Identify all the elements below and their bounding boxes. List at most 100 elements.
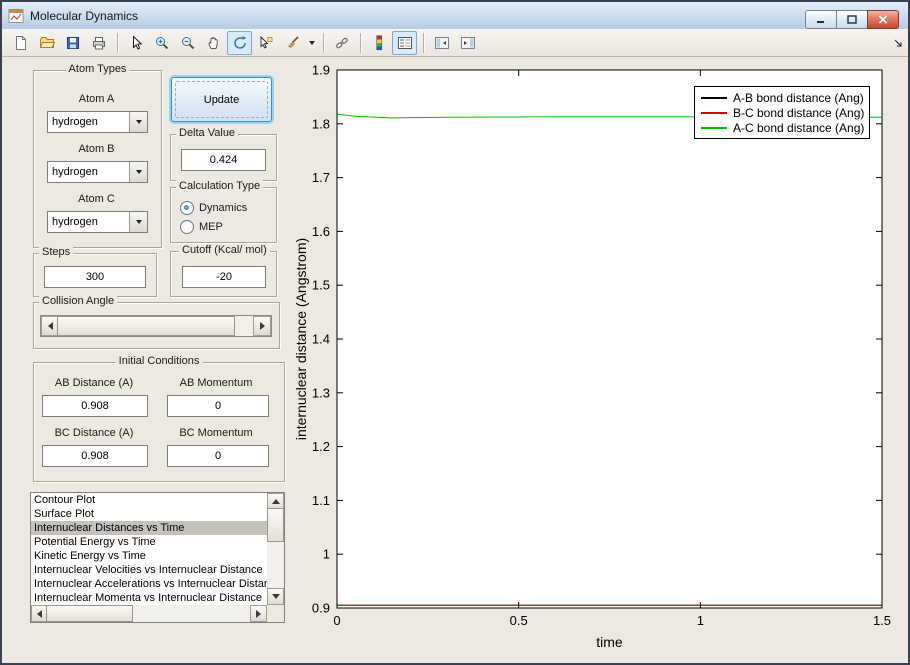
y-tick-label: 1.8 bbox=[312, 116, 330, 131]
radio-mep-label: MEP bbox=[199, 221, 223, 233]
show-plot-tools-icon[interactable] bbox=[455, 31, 480, 55]
radio-mep[interactable]: MEP bbox=[180, 220, 223, 234]
save-icon[interactable] bbox=[60, 31, 85, 55]
toolbar-separator bbox=[117, 32, 118, 53]
toolbar-separator bbox=[323, 32, 324, 53]
list-item[interactable]: Contour Plot bbox=[31, 493, 267, 507]
steps-field[interactable] bbox=[44, 266, 146, 288]
legend-label: B-C bond distance (Ang) bbox=[733, 105, 865, 120]
axes-box bbox=[336, 69, 883, 609]
y-tick-label: 1.7 bbox=[312, 170, 330, 185]
delta-value-field[interactable] bbox=[181, 149, 266, 171]
legend-label: A-B bond distance (Ang) bbox=[733, 90, 864, 105]
slider-thumb[interactable] bbox=[57, 316, 235, 336]
atom-b-select[interactable]: hydrogen bbox=[47, 161, 148, 183]
x-tick-label: 0 bbox=[333, 613, 340, 628]
scroll-right-arrow[interactable] bbox=[250, 605, 267, 622]
scroll-down-arrow[interactable] bbox=[267, 588, 284, 605]
ab-momentum-label: AB Momentum bbox=[179, 377, 253, 389]
list-item[interactable]: Internuclear Velocities vs Internuclear … bbox=[31, 563, 267, 577]
cutoff-field[interactable] bbox=[182, 266, 266, 288]
scrollbar-thumb[interactable] bbox=[267, 508, 284, 542]
atom-types-group-title: Atom Types bbox=[65, 63, 130, 75]
list-item[interactable]: Surface Plot bbox=[31, 507, 267, 521]
atom-b-value: hydrogen bbox=[52, 166, 98, 178]
hide-plot-tools-icon[interactable] bbox=[429, 31, 454, 55]
link-plot-icon[interactable] bbox=[329, 31, 354, 55]
zoom-out-icon[interactable] bbox=[175, 31, 200, 55]
list-item[interactable]: Kinetic Energy vs Time bbox=[31, 549, 267, 563]
plot-legend[interactable]: A-B bond distance (Ang) B-C bond distance… bbox=[694, 86, 870, 139]
window-title: Molecular Dynamics bbox=[30, 8, 139, 23]
chevron-down-icon[interactable] bbox=[129, 112, 147, 132]
radio-button-icon[interactable] bbox=[180, 220, 194, 234]
data-cursor-icon[interactable] bbox=[253, 31, 278, 55]
y-tick-label: 1.9 bbox=[312, 63, 330, 78]
scrollbar-thumb[interactable] bbox=[46, 605, 133, 622]
ab-distance-label: AB Distance (A) bbox=[54, 377, 134, 389]
toolbar-separator bbox=[360, 32, 361, 53]
listbox-items: Contour Plot Surface Plot Internuclear Dis… bbox=[31, 493, 267, 605]
slider-right-arrow[interactable] bbox=[253, 316, 271, 336]
bc-momentum-field[interactable] bbox=[167, 445, 269, 467]
atom-b-label: Atom B bbox=[78, 143, 115, 155]
calculation-type-group-title: Calculation Type bbox=[176, 180, 264, 192]
toolbar-overflow-button[interactable] bbox=[894, 39, 902, 47]
edit-plot-arrow-icon[interactable] bbox=[123, 31, 148, 55]
list-item[interactable]: Internuclear Accelerations vs Internucle… bbox=[31, 577, 267, 591]
atom-c-label: Atom C bbox=[78, 193, 115, 205]
zoom-in-icon[interactable] bbox=[149, 31, 174, 55]
bc-momentum-label: BC Momentum bbox=[179, 427, 253, 439]
title-bar[interactable]: Molecular Dynamics bbox=[2, 2, 908, 30]
radio-button-icon[interactable] bbox=[180, 201, 194, 215]
scrollbar-corner bbox=[267, 605, 284, 622]
ab-momentum-field[interactable] bbox=[167, 395, 269, 417]
radio-dynamics[interactable]: Dynamics bbox=[180, 201, 247, 215]
open-file-icon[interactable] bbox=[34, 31, 59, 55]
legend-entry: A-C bond distance (Ang) bbox=[695, 121, 869, 135]
list-item[interactable]: Potential Energy vs Time bbox=[31, 535, 267, 549]
collision-angle-slider[interactable] bbox=[40, 315, 272, 337]
list-item[interactable]: Internuclear Distances vs Time bbox=[31, 521, 267, 535]
radio-dynamics-label: Dynamics bbox=[199, 202, 248, 214]
listbox-vertical-scrollbar[interactable] bbox=[267, 493, 284, 605]
close-button[interactable] bbox=[867, 10, 899, 29]
y-tick-label: 1.3 bbox=[312, 385, 330, 400]
initial-conditions-group-title: Initial Conditions bbox=[115, 355, 203, 367]
legend-entry: A-B bond distance (Ang) bbox=[695, 91, 869, 105]
collision-angle-group-title: Collision Angle bbox=[39, 295, 118, 307]
brush-dropdown-arrow-icon[interactable] bbox=[305, 31, 318, 55]
x-tick-label: 1 bbox=[697, 613, 704, 628]
print-icon[interactable] bbox=[86, 31, 111, 55]
insert-colorbar-icon[interactable] bbox=[366, 31, 391, 55]
chevron-down-icon[interactable] bbox=[129, 212, 147, 232]
y-tick-label: 1 bbox=[323, 547, 330, 562]
ab-distance-field[interactable] bbox=[42, 395, 148, 417]
y-tick-label: 1.4 bbox=[312, 332, 330, 347]
atom-c-select[interactable]: hydrogen bbox=[47, 211, 148, 233]
listbox-horizontal-scrollbar[interactable] bbox=[31, 605, 267, 622]
new-figure-icon[interactable] bbox=[8, 31, 33, 55]
minimize-button[interactable] bbox=[805, 10, 836, 29]
y-axis-label: internuclear distance (Angstrom) bbox=[293, 237, 309, 441]
atom-c-value: hydrogen bbox=[52, 216, 98, 228]
y-tick-label: 1.1 bbox=[312, 493, 330, 508]
brush-icon[interactable] bbox=[279, 31, 304, 55]
pan-hand-icon[interactable] bbox=[201, 31, 226, 55]
legend-line-sample bbox=[701, 96, 727, 99]
bc-distance-field[interactable] bbox=[42, 445, 148, 467]
legend-line-sample bbox=[701, 111, 727, 114]
insert-legend-icon[interactable] bbox=[392, 30, 417, 55]
delta-value-group-title: Delta Value bbox=[176, 127, 239, 139]
atom-a-select[interactable]: hydrogen bbox=[47, 111, 148, 133]
y-tick-label: 1.5 bbox=[312, 278, 330, 293]
maximize-button[interactable] bbox=[836, 10, 867, 29]
rotate-3d-icon[interactable] bbox=[227, 30, 252, 55]
y-tick-label: 1.6 bbox=[312, 224, 330, 239]
steps-group-title: Steps bbox=[39, 246, 74, 258]
chevron-down-icon[interactable] bbox=[129, 162, 147, 182]
plot-type-listbox[interactable]: Contour Plot Surface Plot Internuclear Dis… bbox=[30, 492, 285, 623]
list-item[interactable]: Internuclear Momenta vs Internuclear Dis… bbox=[31, 591, 267, 605]
legend-line-sample bbox=[701, 126, 727, 129]
update-button[interactable]: Update bbox=[171, 77, 272, 122]
